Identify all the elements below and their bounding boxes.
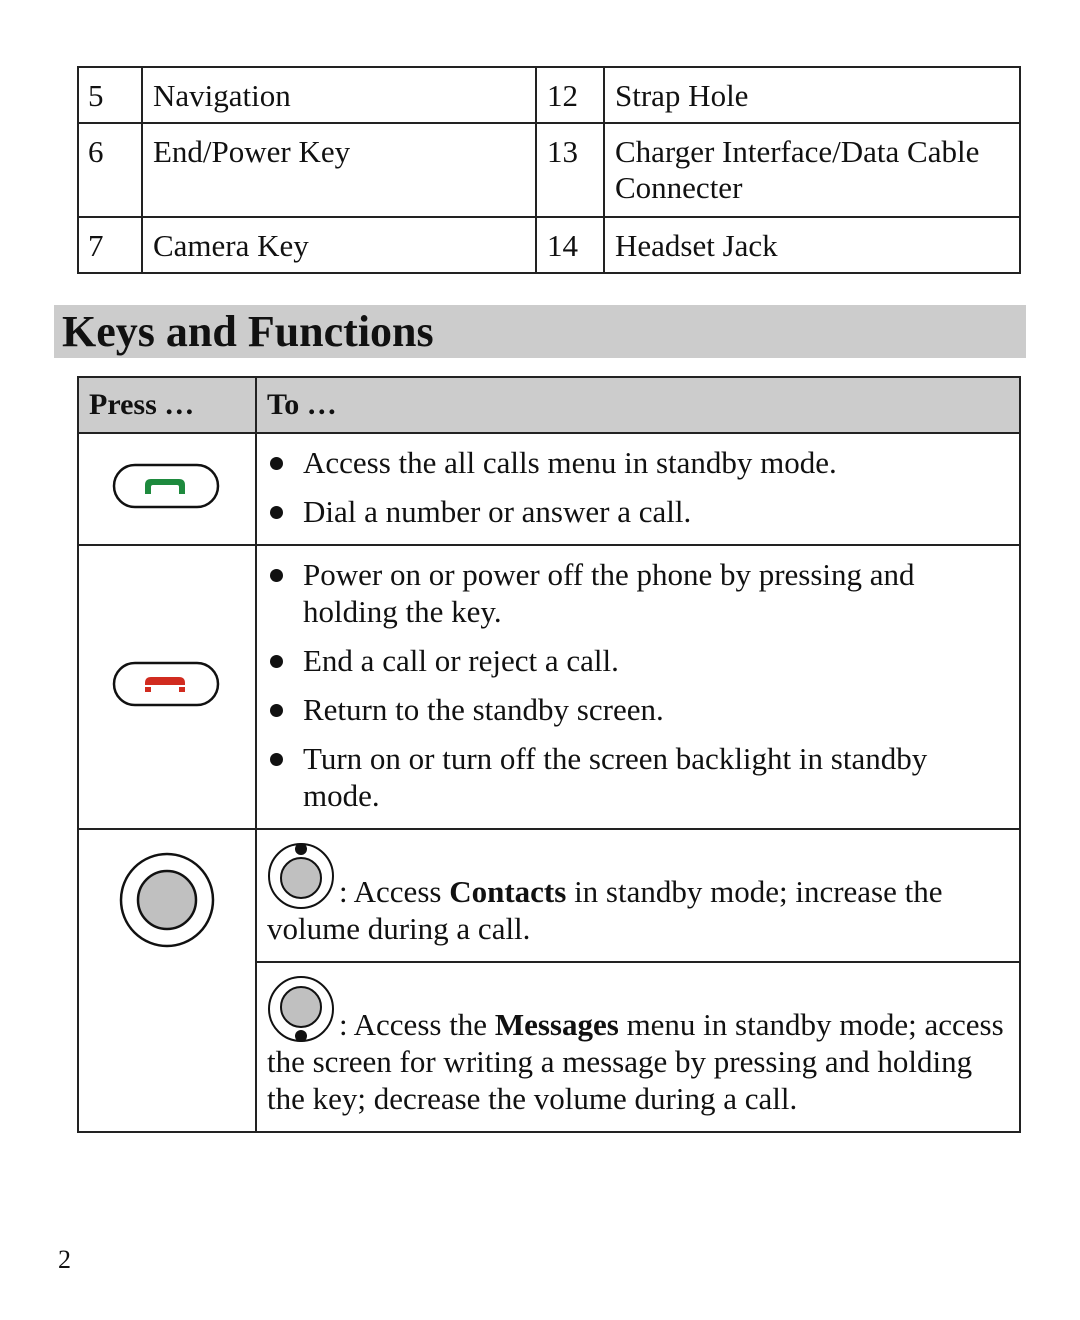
- function-cell: Access the all calls menu in standby mod…: [255, 432, 1021, 546]
- function-item: Return to the standby screen.: [267, 691, 1007, 728]
- column-header-to: To …: [255, 376, 1021, 434]
- contacts-label: Contacts: [449, 874, 567, 909]
- table-row: : Access Contacts in standby mode; incre…: [77, 828, 1021, 1133]
- navigation-up-icon: [268, 843, 334, 909]
- part-number: 6: [77, 122, 143, 218]
- column-header-press: Press …: [77, 376, 257, 434]
- call-key-icon: [112, 463, 220, 508]
- part-number: 12: [535, 66, 605, 124]
- function-item: End a call or reject a call.: [267, 642, 1007, 679]
- table-row: 6 End/Power Key 13 Charger Interface/Dat…: [77, 122, 1021, 218]
- section-heading: Keys and Functions: [54, 305, 1026, 358]
- key-cell: [77, 828, 257, 1133]
- end-power-key-icon: [112, 661, 220, 706]
- function-cell: : Access Contacts in standby mode; incre…: [255, 828, 1021, 963]
- function-item: Access the all calls menu in standby mod…: [267, 444, 1007, 481]
- part-label: Headset Jack: [603, 216, 1021, 274]
- section-title: Keys and Functions: [62, 307, 434, 356]
- key-cell: [77, 544, 257, 830]
- part-number: 7: [77, 216, 143, 274]
- navigation-key-icon: [119, 852, 215, 948]
- function-item: Turn on or turn off the screen backlight…: [267, 740, 1007, 814]
- bullet-icon: [270, 704, 283, 717]
- function-cell: Power on or power off the phone by press…: [255, 544, 1021, 830]
- table-row: 5 Navigation 12 Strap Hole: [77, 66, 1021, 124]
- function-item: Power on or power off the phone by press…: [267, 556, 1007, 630]
- part-label: Camera Key: [141, 216, 537, 274]
- part-label: Navigation: [141, 66, 537, 124]
- page-number: 2: [58, 1245, 71, 1274]
- table-header-row: Press … To …: [77, 376, 1021, 434]
- table-row: Power on or power off the phone by press…: [77, 544, 1021, 830]
- part-label: Strap Hole: [603, 66, 1021, 124]
- part-number: 13: [535, 122, 605, 218]
- messages-label: Messages: [494, 1007, 619, 1042]
- navigation-up-description: : Access Contacts in standby mode; incre…: [257, 830, 1019, 959]
- bullet-icon: [270, 753, 283, 766]
- part-number: 5: [77, 66, 143, 124]
- part-number: 14: [535, 216, 605, 274]
- table-row: 7 Camera Key 14 Headset Jack: [77, 216, 1021, 274]
- function-list: Power on or power off the phone by press…: [257, 546, 1019, 824]
- function-list: Access the all calls menu in standby mod…: [257, 434, 1019, 540]
- keys-functions-table: Press … To … Access the all calls menu i…: [77, 376, 1021, 1133]
- navigation-down-icon: [268, 976, 334, 1042]
- parts-table: 5 Navigation 12 Strap Hole 6 End/Power K…: [77, 66, 1021, 274]
- part-label: End/Power Key: [141, 122, 537, 218]
- function-item: Dial a number or answer a call.: [267, 493, 1007, 530]
- bullet-icon: [270, 506, 283, 519]
- key-cell: [77, 432, 257, 546]
- navigation-down-description: : Access the Messages menu in standby mo…: [257, 963, 1019, 1129]
- table-row: Access the all calls menu in standby mod…: [77, 432, 1021, 546]
- function-cell: : Access the Messages menu in standby mo…: [255, 961, 1021, 1133]
- bullet-icon: [270, 655, 283, 668]
- bullet-icon: [270, 569, 283, 582]
- part-label: Charger Interface/Data Cable Connecter: [603, 122, 1021, 218]
- bullet-icon: [270, 457, 283, 470]
